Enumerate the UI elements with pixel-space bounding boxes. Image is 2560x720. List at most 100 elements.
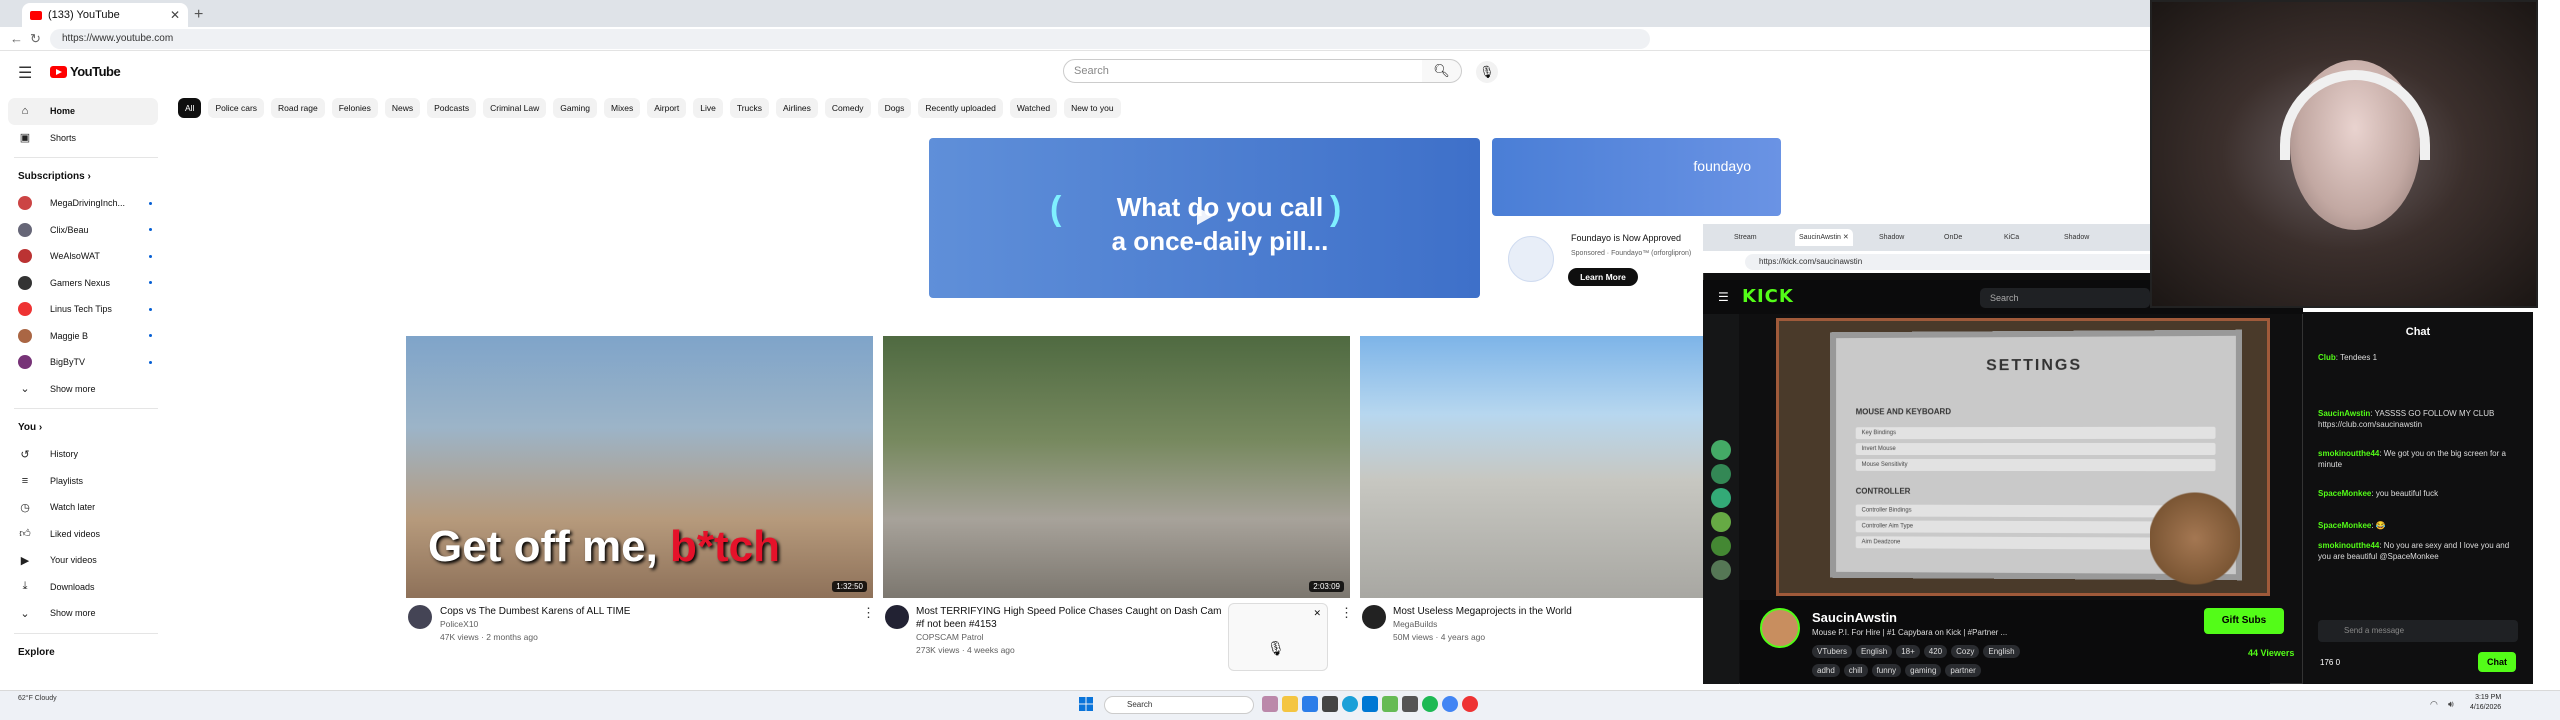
video-thumbnail[interactable]: Get off me, b*tch 1:32:50 [406, 336, 873, 598]
close-tab-icon[interactable]: ✕ [170, 8, 180, 22]
gift-subs-button[interactable]: Gift Subs [2204, 608, 2284, 634]
channel-name[interactable]: COPSCAM Patrol [916, 631, 1226, 644]
spotify-icon[interactable] [1422, 696, 1438, 712]
taskbar-app-icon[interactable] [1302, 696, 1318, 712]
mic-icon[interactable]: 🎙︎ [1476, 61, 1498, 83]
filter-chip[interactable]: Felonies [331, 98, 378, 118]
filter-chip[interactable]: All [178, 98, 202, 118]
channel-avatar[interactable] [885, 605, 909, 629]
kick-tab-active[interactable]: SaucinAwstin ✕ [1795, 229, 1853, 246]
stream-tag[interactable]: gaming [1905, 664, 1942, 677]
chrome-icon[interactable] [1442, 696, 1458, 712]
stream-tag[interactable]: English [1855, 645, 1893, 658]
browser-tab-youtube[interactable]: (133) YouTube ✕ [22, 3, 188, 27]
streamer-avatar[interactable] [1760, 608, 1800, 648]
subscriptions-heading[interactable]: Subscriptions › [8, 164, 158, 190]
play-icon[interactable] [1188, 202, 1218, 230]
taskbar-app-icon[interactable] [1462, 696, 1478, 712]
sidebar-item-history[interactable]: ↺ History [8, 441, 158, 468]
more-icon[interactable]: ⋮ [1340, 605, 1353, 621]
followed-channel-avatar[interactable] [1711, 440, 1731, 460]
mic-icon[interactable]: 🎙︎ [1267, 640, 1285, 657]
stream-tag[interactable]: VTubers [1812, 645, 1852, 658]
chat-username[interactable]: SaucinAwstin [2318, 409, 2370, 418]
chat-username[interactable]: Club [2318, 353, 2336, 362]
filter-chip[interactable]: Comedy [824, 98, 871, 118]
taskbar-app-icon[interactable] [1362, 696, 1378, 712]
sidebar-sub[interactable]: Linus Tech Tips [8, 296, 158, 323]
chat-username[interactable]: smokinoutthe44 [2318, 449, 2379, 458]
reload-icon[interactable]: ↻ [30, 31, 41, 47]
taskbar-search[interactable]: Search [1104, 696, 1254, 714]
video-title[interactable]: Most Useless Megaprojects in the World [1393, 605, 1572, 618]
channel-avatar[interactable] [1362, 605, 1386, 629]
filter-chip[interactable]: Road rage [271, 98, 325, 118]
filter-chip[interactable]: Podcasts [427, 98, 477, 118]
video-title[interactable]: Most TERRIFYING High Speed Police Chases… [916, 605, 1226, 618]
filter-chip[interactable]: Recently uploaded [918, 98, 1003, 118]
chat-username[interactable]: smokinoutthe44 [2318, 541, 2379, 550]
kick-url-field[interactable]: https://kick.com/saucinawstin [1745, 254, 2165, 270]
stream-tag[interactable]: English [1983, 645, 2020, 658]
video-thumbnail[interactable] [1360, 336, 1705, 598]
search-icon[interactable]: 🔍︎ [1422, 59, 1462, 83]
sidebar-sub[interactable]: Clix/Beau [8, 217, 158, 244]
kick-search-input[interactable]: Search [1980, 288, 2150, 308]
sidebar-sub[interactable]: Gamers Nexus [8, 270, 158, 297]
sidebar-item-liked[interactable]: 👍︎ Liked videos [8, 521, 158, 548]
followed-channel-avatar[interactable] [1711, 536, 1731, 556]
chat-send-button[interactable]: Chat [2478, 652, 2516, 672]
new-tab-icon[interactable]: + [194, 6, 203, 24]
sidebar-item-playlists[interactable]: ≡ Playlists [8, 468, 158, 495]
kick-tab[interactable]: Stream [1730, 229, 1761, 246]
url-field[interactable]: https://www.youtube.com [50, 29, 1650, 49]
filter-chip[interactable]: New to you [1064, 98, 1121, 118]
video-title[interactable]: Cops vs The Dumbest Karens of ALL TIME [440, 605, 630, 618]
filter-chip[interactable]: Trucks [729, 98, 770, 118]
sidebar-item-watch-later[interactable]: ◷ Watch later [8, 494, 158, 521]
filter-chip[interactable]: Mixes [604, 98, 641, 118]
show-more-you[interactable]: ⌄ Show more [8, 600, 158, 627]
video-thumbnail[interactable]: 2:03:09 [883, 336, 1350, 598]
stream-tag[interactable]: adhd [1812, 664, 1840, 677]
side-ad-banner[interactable]: foundayo [1492, 138, 1781, 216]
streamer-name[interactable]: SaucinAwstin [1812, 610, 1897, 625]
followed-channel-avatar[interactable] [1711, 464, 1731, 484]
followed-channel-avatar[interactable] [1711, 512, 1731, 532]
channel-name[interactable]: MegaBuilds [1393, 618, 1572, 631]
kick-tab[interactable]: Shadow [1875, 229, 1908, 246]
chat-input[interactable]: Send a message [2318, 620, 2518, 642]
sidebar-item-home[interactable]: ⌂ Home [8, 98, 158, 125]
close-icon[interactable]: ✕ [1313, 608, 1321, 619]
stream-tag[interactable]: chill [1843, 664, 1868, 677]
edge-icon[interactable] [1342, 696, 1358, 712]
clock[interactable]: 3:19 PM 4/16/2026 [2470, 693, 2501, 713]
stream-tag[interactable]: Cozy [1951, 645, 1980, 658]
channel-name[interactable]: PoliceX10 [440, 618, 630, 631]
more-icon[interactable]: ⋮ [862, 605, 875, 621]
channel-avatar[interactable] [408, 605, 432, 629]
back-icon[interactable]: ← [10, 31, 23, 46]
taskbar-app-icon[interactable] [1322, 696, 1338, 712]
taskbar-app-icon[interactable] [1382, 696, 1398, 712]
stream-tag[interactable]: partner [1945, 664, 1981, 677]
filter-chip[interactable]: Gaming [553, 98, 597, 118]
stream-tag[interactable]: 420 [1923, 645, 1948, 658]
voice-search-popup[interactable]: ✕ 🎙︎ [1228, 603, 1328, 671]
followed-channel-avatar[interactable] [1711, 560, 1731, 580]
show-more-subs[interactable]: ⌄ Show more [8, 376, 158, 403]
menu-icon[interactable]: ☰ [18, 63, 32, 83]
learn-more-button[interactable]: Learn More [1568, 268, 1638, 286]
filter-chip[interactable]: Airport [647, 98, 687, 118]
followed-channel-avatar[interactable] [1711, 488, 1731, 508]
wifi-icon[interactable]: ◠ [2430, 699, 2438, 710]
sidebar-sub[interactable]: Maggie B [8, 323, 158, 350]
youtube-logo[interactable]: YouTube [50, 64, 121, 79]
chat-username[interactable]: SpaceMonkee [2318, 489, 2371, 498]
kick-logo[interactable]: KICK [1742, 286, 1794, 307]
kick-tab[interactable]: Shadow [2060, 229, 2093, 246]
weather-widget[interactable]: 62°F Cloudy [18, 694, 57, 703]
filter-chip[interactable]: Criminal Law [483, 98, 547, 118]
sidebar-sub[interactable]: BigByTV [8, 349, 158, 376]
sidebar-item-downloads[interactable]: ⤓ Downloads [8, 574, 158, 601]
